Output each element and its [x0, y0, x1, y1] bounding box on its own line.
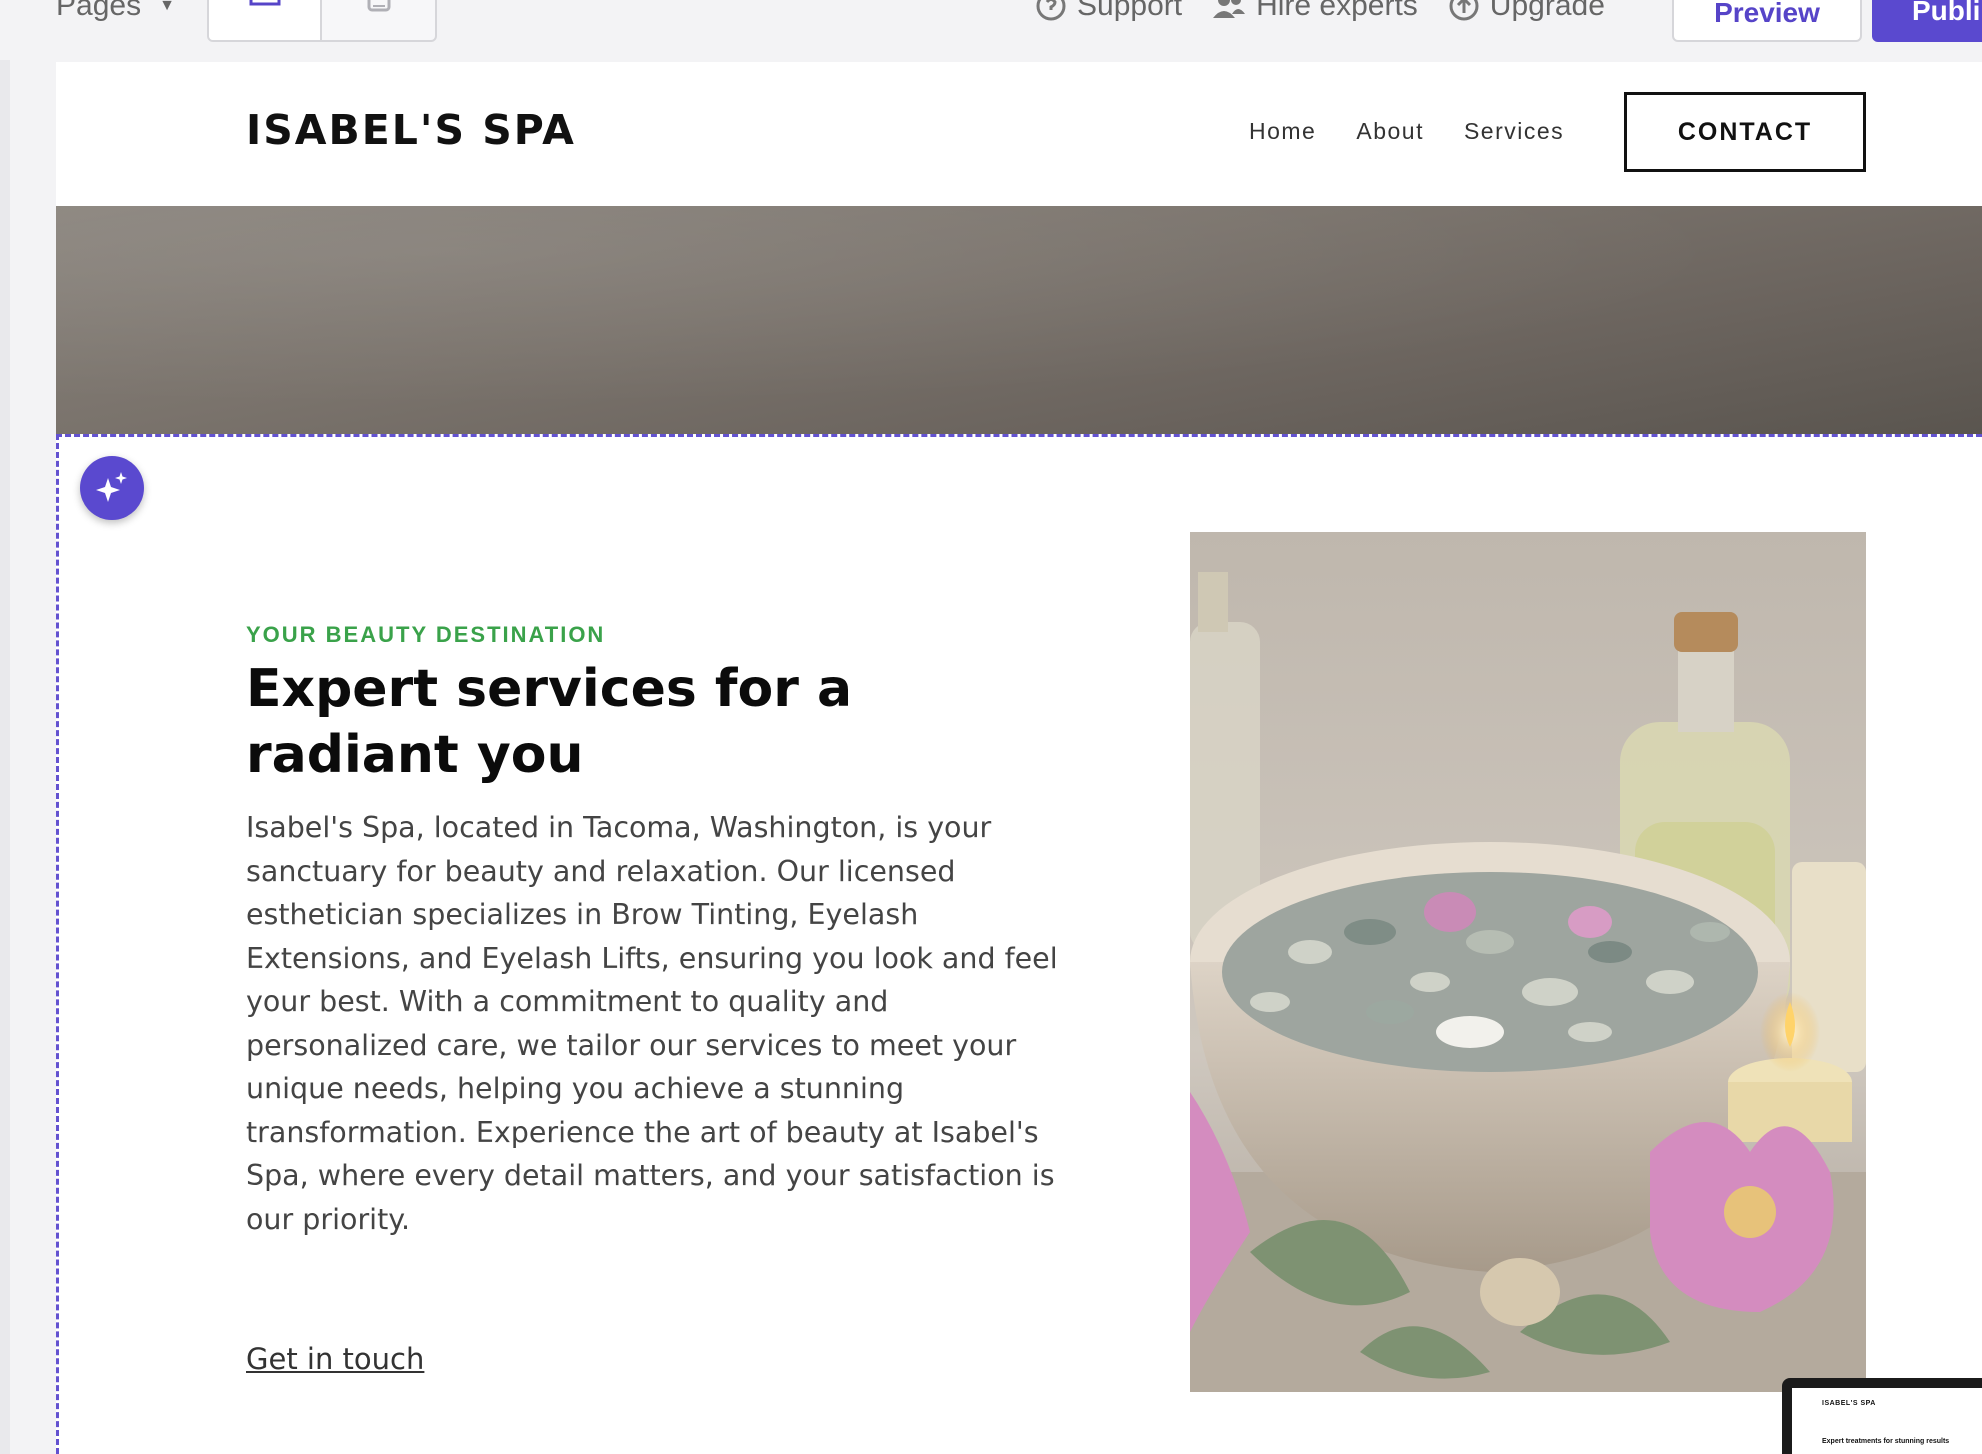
spa-stones-bowl-image	[1190, 532, 1866, 1392]
chevron-down-icon: ▼	[159, 0, 175, 14]
preview-button[interactable]: Preview	[1672, 0, 1862, 42]
hero-banner-image	[56, 206, 1982, 434]
site-nav: Home About Services	[1249, 118, 1564, 145]
hire-experts-label: Hire experts	[1256, 0, 1418, 22]
mini-preview-logo: ISABEL'S SPA	[1822, 1400, 1876, 1407]
site-header: ISABEL'S SPA Home About Services CONTACT	[56, 62, 1982, 206]
contact-button[interactable]: CONTACT	[1624, 92, 1866, 172]
pages-label: Pages	[56, 0, 142, 22]
sparkle-icon	[96, 472, 127, 502]
desktop-view-button[interactable]	[209, 0, 322, 40]
upgrade-link[interactable]: Upgrade	[1448, 0, 1605, 23]
editor-toolbar: Pages ▼ Support Hire experts Upgrade Pre…	[0, 0, 1982, 60]
get-in-touch-link[interactable]: Get in touch	[246, 1342, 424, 1376]
people-icon	[1213, 0, 1246, 18]
hero-eyebrow: YOUR BEAUTY DESTINATION	[246, 622, 606, 647]
hire-experts-link[interactable]: Hire experts	[1212, 0, 1418, 23]
hero-body: Isabel's Spa, located in Tacoma, Washing…	[246, 811, 1058, 1236]
window-edge	[0, 0, 10, 1454]
desktop-icon	[249, 0, 280, 6]
device-view-toggle[interactable]	[207, 0, 437, 42]
nav-item-about[interactable]: About	[1356, 118, 1424, 145]
site-canvas: ISABEL'S SPA Home About Services CONTACT…	[56, 62, 1982, 1454]
nav-item-home[interactable]: Home	[1249, 118, 1316, 145]
mobile-view-button[interactable]	[322, 0, 435, 40]
support-label: Support	[1077, 0, 1183, 22]
upgrade-arrow-icon	[1449, 0, 1479, 21]
mobile-icon	[367, 0, 390, 12]
upgrade-label: Upgrade	[1489, 0, 1605, 22]
support-link[interactable]: Support	[1035, 0, 1182, 23]
publish-button[interactable]: Publi	[1872, 0, 1982, 42]
pages-dropdown[interactable]: Pages ▼	[56, 0, 175, 26]
hero-headline: Expert services for a radiant you	[246, 659, 853, 785]
ai-assistant-button[interactable]	[80, 456, 144, 520]
mini-preview-screen: ISABEL'S SPA Expert treatments for stunn…	[1792, 1388, 1982, 1454]
mini-page-preview[interactable]: ISABEL'S SPA Expert treatments for stunn…	[1782, 1378, 1982, 1454]
mini-preview-headline: Expert treatments for stunning results	[1822, 1438, 1950, 1445]
question-circle-icon	[1036, 0, 1066, 21]
toolbar-links: Support Hire experts Upgrade	[1035, 0, 1605, 26]
site-logo[interactable]: ISABEL'S SPA	[246, 106, 576, 154]
nav-item-services[interactable]: Services	[1464, 118, 1564, 145]
